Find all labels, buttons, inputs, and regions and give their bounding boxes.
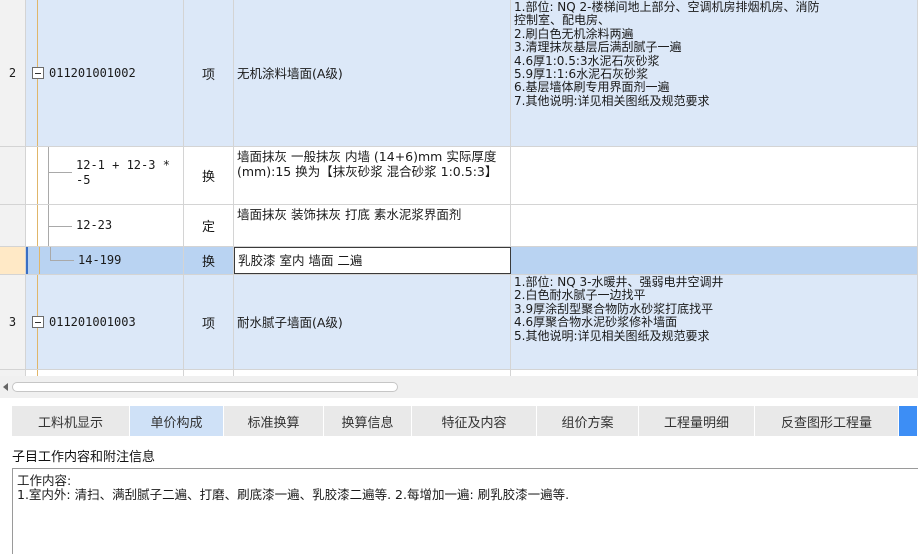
name-cell[interactable]: 墙面抹灰 一般抹灰 内墙 (14+6)mm 实际厚度(mm):15 换为【抹灰砂… <box>234 147 511 204</box>
table-row-sub[interactable]: 12-23 定 墙面抹灰 装饰抹灰 打底 素水泥浆界面剂 <box>0 205 918 247</box>
table-row-item-2[interactable]: 2 011201001002 项 无机涂料墙面(A级) 1.部位: NQ 2-楼… <box>0 0 918 147</box>
sub-code: 12-1 + 12-3 * <box>76 158 170 172</box>
tree-line <box>39 247 40 274</box>
unit-cell[interactable]: 定 <box>184 205 234 246</box>
row-number <box>0 205 26 246</box>
tab-quantity-detail[interactable]: 工程量明细 <box>639 406 755 436</box>
tree-line <box>37 205 38 246</box>
scrollbar-thumb[interactable] <box>12 382 398 392</box>
row-number <box>0 147 26 204</box>
features-cell[interactable]: 1.部位: NQ 2-楼梯间地上部分、空调机房排烟机房、消防 控制室、配电房、 … <box>511 0 918 146</box>
row-number: 3 <box>0 275 26 369</box>
table-row-item-3[interactable]: 3 011201001003 项 耐水腻子墙面(A级) 1.部位: NQ 3-水… <box>0 275 918 370</box>
sub-code: 14-199 <box>78 253 122 267</box>
code-cell[interactable]: 011201001002 <box>26 0 184 146</box>
row-number: 2 <box>0 0 26 146</box>
features-cell[interactable]: 1.部位: NQ 3-水暖井、强弱电井空调井 2.白色耐水腻子一边找平 3.9厚… <box>511 275 918 369</box>
table-row-sub[interactable]: 12-1 + 12-3 * -5 换 墙面抹灰 一般抹灰 内墙 (14+6)mm… <box>0 147 918 205</box>
tab-pricing-scheme[interactable]: 组价方案 <box>537 406 639 436</box>
feature-line: 5.其他说明:详见相关图纸及规范要求 <box>514 328 710 343</box>
quota-grid: 2 011201001002 项 无机涂料墙面(A级) 1.部位: NQ 2-楼… <box>0 0 918 376</box>
item-code: 011201001002 <box>49 66 136 80</box>
tab-reverse-graph-quantity[interactable]: 反查图形工程量 <box>755 406 899 436</box>
row-number <box>0 247 26 274</box>
tab-labor-material-machine[interactable]: 工料机显示 <box>12 406 130 436</box>
feature-line: 2.白色耐水腻子一边找平 <box>514 288 646 303</box>
item-name: 无机涂料墙面(A级) <box>237 65 343 81</box>
code-cell[interactable]: 011201001003 <box>26 275 184 369</box>
unit-cell[interactable]: 换 <box>184 247 234 274</box>
name-cell[interactable]: 无机涂料墙面(A级) <box>234 0 511 146</box>
tab-conversion-info[interactable]: 换算信息 <box>324 406 412 436</box>
collapse-toggle-icon[interactable] <box>32 67 44 79</box>
panel-title: 子目工作内容和附注信息 <box>12 450 156 465</box>
code-cell[interactable]: 12-23 <box>26 205 184 246</box>
feature-line: 4.6厚聚合物水泥砂浆修补墙面 <box>514 315 678 330</box>
tab-standard-conversion[interactable]: 标准换算 <box>224 406 324 436</box>
unit-cell[interactable]: 换 <box>184 147 234 204</box>
work-content-textarea[interactable]: 工作内容: 1.室内外: 清扫、满刮腻子二遍、打磨、刷底漆一遍、乳胶漆二遍等. … <box>12 468 918 554</box>
tab-features-content[interactable]: 特征及内容 <box>412 406 537 436</box>
tab-unit-price-composition[interactable]: 单价构成 <box>130 406 224 436</box>
item-name: 耐水腻子墙面(A级) <box>237 314 343 330</box>
tree-line <box>37 147 38 204</box>
feature-line: 7.其他说明:详见相关图纸及规范要求 <box>514 93 710 108</box>
name-cell-editing[interactable]: 乳胶漆 室内 墙面 二遍 <box>234 247 511 274</box>
unit-cell[interactable]: 项 <box>184 275 234 369</box>
unit-cell[interactable]: 项 <box>184 0 234 146</box>
feature-line: 控制室、配电房、 <box>514 13 611 28</box>
features-cell[interactable] <box>511 247 918 274</box>
tree-branch <box>50 260 74 261</box>
tab-overflow[interactable] <box>899 406 918 436</box>
tree-branch <box>48 172 72 173</box>
item-name: 乳胶漆 室内 墙面 二遍 <box>238 253 363 268</box>
feature-line: 2.刷白色无机涂料两遍 <box>514 26 634 41</box>
code-cell[interactable]: 12-1 + 12-3 * -5 <box>26 147 184 204</box>
table-row-selected[interactable]: 14-199 换 乳胶漆 室内 墙面 二遍 <box>0 247 918 275</box>
scroll-left-icon[interactable] <box>3 383 8 391</box>
name-cell[interactable]: 耐水腻子墙面(A级) <box>234 275 511 369</box>
item-code: 011201001003 <box>49 315 136 329</box>
work-content-label: 工作内容: <box>17 473 72 488</box>
feature-line: 6.基层墙体刷专用界面剂一遍 <box>514 80 670 95</box>
horizontal-scrollbar[interactable] <box>0 376 918 398</box>
name-cell[interactable]: 墙面抹灰 装饰抹灰 打底 素水泥浆界面剂 <box>234 205 511 246</box>
work-content-text: 1.室内外: 清扫、满刮腻子二遍、打磨、刷底漆一遍、乳胶漆二遍等. 2.每增加一… <box>17 487 570 502</box>
sub-code: 12-23 <box>76 218 113 232</box>
tree-line <box>48 147 49 204</box>
tree-branch <box>48 226 72 227</box>
features-cell[interactable] <box>511 147 918 204</box>
detail-tab-bar: 工料机显示 单价构成 标准换算 换算信息 特征及内容 组价方案 工程量明细 反查… <box>0 406 918 436</box>
tree-line <box>50 247 51 260</box>
code-cell[interactable]: 14-199 <box>26 247 184 274</box>
collapse-toggle-icon[interactable] <box>32 316 44 328</box>
sub-code-cont: -5 <box>76 173 91 187</box>
features-cell[interactable] <box>511 205 918 246</box>
feature-line: 3.清理抹灰基层后满刮腻子一遍 <box>514 40 682 55</box>
